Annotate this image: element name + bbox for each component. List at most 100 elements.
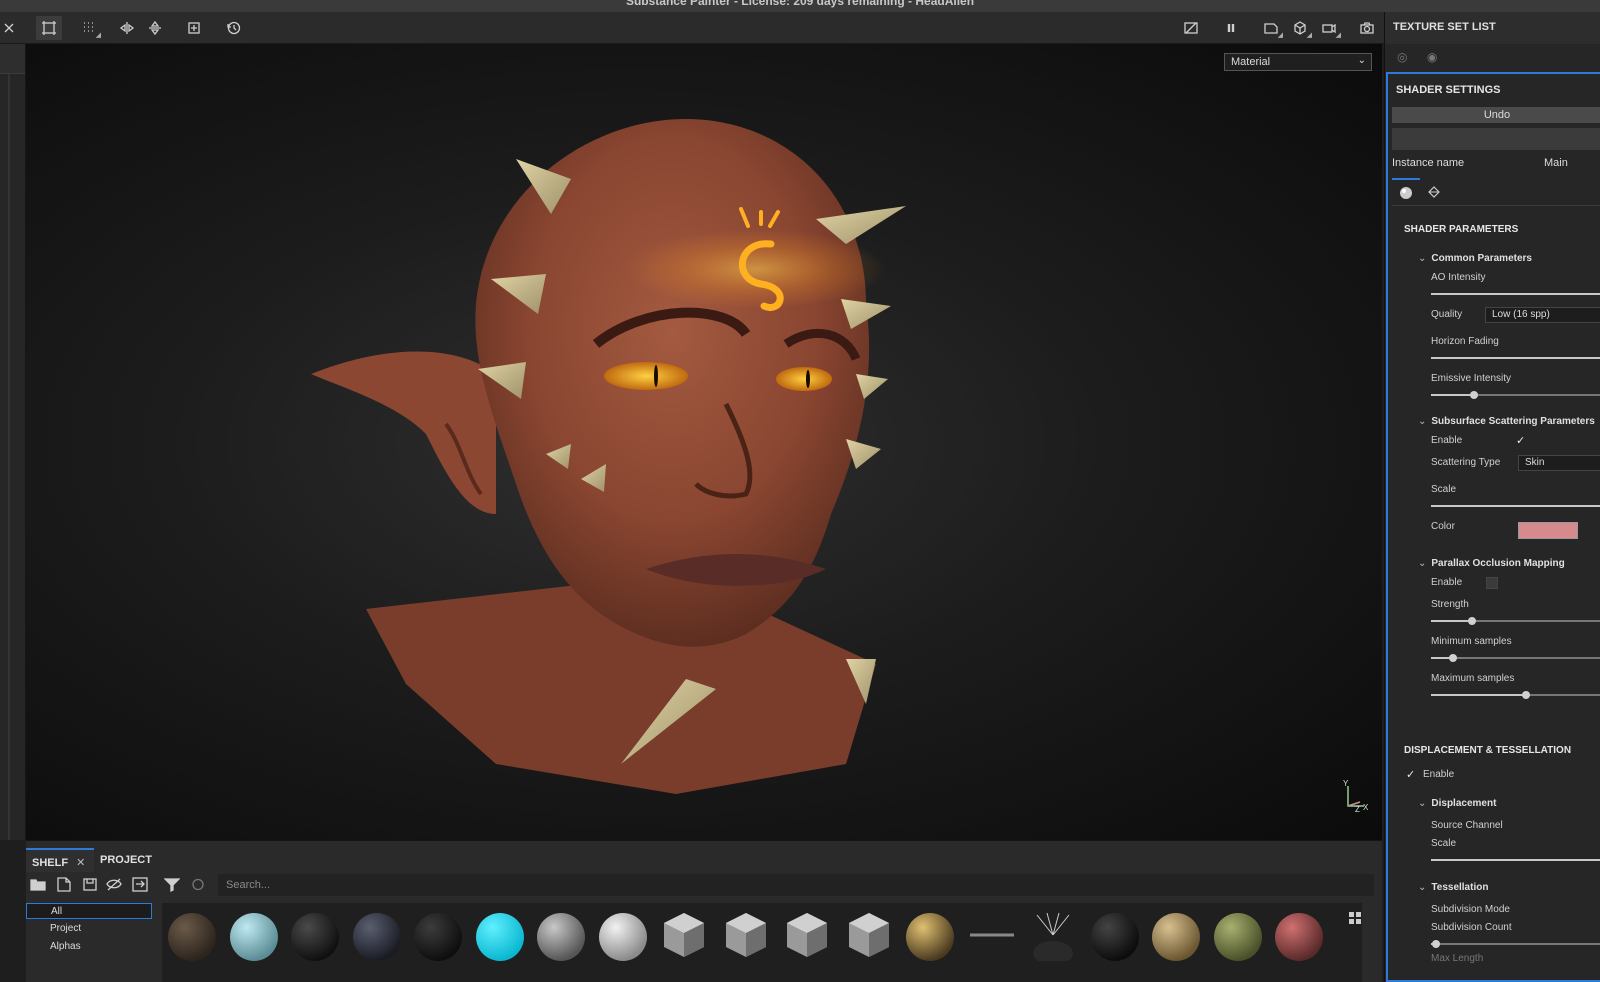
category-project[interactable]: Project bbox=[26, 921, 152, 937]
selection-mode-icon[interactable] bbox=[36, 16, 62, 40]
displacement-group-title: Displacement bbox=[1431, 798, 1497, 809]
left-dock-tab[interactable] bbox=[0, 44, 25, 74]
shelf-thumb-material-ball-tan[interactable] bbox=[1150, 909, 1202, 961]
tessellation-group-title: Tessellation bbox=[1431, 882, 1489, 893]
shelf-thumb-material-ball-dark-metal[interactable] bbox=[351, 909, 403, 961]
close-icon[interactable]: ✕ bbox=[76, 857, 85, 869]
tessellation-group[interactable]: ⌄ Tessellation bbox=[1418, 882, 1488, 893]
view-2d-icon[interactable]: ◢ bbox=[1258, 16, 1284, 40]
pom-strength-slider[interactable] bbox=[1431, 617, 1600, 625]
slider-knob[interactable] bbox=[1521, 691, 1530, 699]
category-alphas[interactable]: Alphas bbox=[26, 939, 152, 955]
tab-shader-material[interactable] bbox=[1392, 178, 1420, 206]
shelf-category-list: All Project Alphas bbox=[26, 903, 154, 982]
shelf-thumb-line-brush[interactable] bbox=[966, 909, 1018, 961]
shader-parameters-title: SHADER PARAMETERS bbox=[1404, 224, 1519, 235]
reset-filter-icon[interactable] bbox=[190, 877, 208, 893]
alien-head-model[interactable] bbox=[26, 44, 1382, 840]
slider-knob[interactable] bbox=[1468, 617, 1477, 625]
add-layer-icon[interactable] bbox=[181, 16, 207, 40]
shelf-thumb-material-ball-cyan[interactable] bbox=[474, 909, 526, 961]
left-dock-divider bbox=[8, 74, 10, 840]
history-icon[interactable] bbox=[221, 16, 247, 40]
hide-icon[interactable] bbox=[106, 877, 124, 893]
texture-set-list-title: TEXTURE SET LIST bbox=[1385, 12, 1600, 44]
filter-icon[interactable] bbox=[163, 877, 182, 893]
eye-hidden-icon[interactable]: ◎ bbox=[1397, 50, 1407, 64]
view-3d-icon[interactable]: ◢ bbox=[1287, 16, 1313, 40]
eye-icon[interactable]: ◉ bbox=[1427, 50, 1437, 64]
common-parameters-group[interactable]: ⌄ Common Parameters bbox=[1418, 253, 1532, 264]
axis-y-label: Y bbox=[1343, 780, 1349, 788]
quality-select[interactable]: Low (16 spp) bbox=[1485, 307, 1600, 323]
shelf-thumb-noise-cube-4[interactable] bbox=[843, 909, 895, 961]
shelf-thumb-material-ball-white[interactable] bbox=[597, 909, 649, 961]
material-mode-value: Material bbox=[1231, 56, 1271, 68]
sss-color-swatch[interactable] bbox=[1518, 522, 1578, 539]
pom-max-samples-label: Maximum samples bbox=[1431, 673, 1515, 684]
displacement-icon bbox=[1428, 186, 1440, 198]
undo-button[interactable]: Undo bbox=[1392, 107, 1600, 123]
tab-project[interactable]: PROJECT bbox=[94, 848, 158, 872]
save-preset-icon[interactable] bbox=[82, 877, 100, 893]
shelf-thumb-material-ball-ice[interactable] bbox=[228, 909, 280, 961]
close-icon[interactable] bbox=[0, 16, 18, 40]
shelf-thumb-material-ball-black-pattern[interactable] bbox=[289, 909, 341, 961]
displacement-group[interactable]: ⌄ Displacement bbox=[1418, 798, 1496, 809]
slider-knob[interactable] bbox=[1432, 940, 1441, 948]
hide-overlay-icon[interactable] bbox=[1178, 16, 1204, 40]
scattering-type-label: Scattering Type bbox=[1431, 457, 1501, 468]
material-mode-select[interactable]: Material ⌄ bbox=[1224, 53, 1372, 71]
emissive-intensity-slider[interactable] bbox=[1431, 391, 1600, 399]
tab-shader-displacement[interactable] bbox=[1420, 178, 1448, 206]
source-channel-label: Source Channel bbox=[1431, 820, 1503, 831]
sss-enable-checkbox[interactable]: ✓ bbox=[1516, 434, 1525, 447]
shelf-thumb-light-rig[interactable] bbox=[1027, 909, 1079, 961]
subdivision-count-label: Subdivision Count bbox=[1431, 922, 1512, 933]
camera-video-icon[interactable]: ◢ bbox=[1316, 16, 1342, 40]
horizon-fading-slider[interactable] bbox=[1431, 357, 1600, 359]
shelf-panel: SHELF ✕ PROJECT All Project Alphas bbox=[26, 840, 1382, 982]
displacement-title: DISPLACEMENT & TESSELLATION bbox=[1404, 745, 1572, 756]
shader-preset-field[interactable] bbox=[1392, 128, 1600, 150]
symmetry-x-icon[interactable] bbox=[114, 16, 140, 40]
shelf-search-input[interactable] bbox=[218, 874, 1374, 896]
grid-view-icon[interactable] bbox=[1348, 911, 1362, 925]
shelf-thumb-material-ball-pink[interactable] bbox=[1273, 909, 1325, 961]
symmetry-y-icon[interactable] bbox=[142, 16, 168, 40]
pom-group[interactable]: ⌄ Parallax Occlusion Mapping bbox=[1418, 558, 1565, 569]
tab-shelf[interactable]: SHELF ✕ bbox=[26, 848, 94, 872]
slider-knob[interactable] bbox=[1449, 654, 1458, 662]
3d-viewport[interactable]: Material ⌄ Y Z X bbox=[26, 44, 1382, 840]
pause-icon[interactable] bbox=[1218, 16, 1244, 40]
sss-scale-slider[interactable] bbox=[1431, 505, 1600, 507]
shelf-thumb-noise-cube-1[interactable] bbox=[658, 909, 710, 961]
shelf-thumb-material-ball-rubber[interactable] bbox=[1089, 909, 1141, 961]
category-all[interactable]: All bbox=[26, 903, 152, 919]
pom-enable-checkbox[interactable] bbox=[1486, 577, 1498, 589]
shelf-thumb-noise-cube-2[interactable] bbox=[720, 909, 772, 961]
ao-intensity-slider[interactable] bbox=[1431, 293, 1600, 295]
shelf-thumb-fx-ball[interactable] bbox=[904, 909, 956, 961]
displacement-enable-checkbox[interactable]: ✓ bbox=[1406, 768, 1415, 781]
pom-max-samples-slider[interactable] bbox=[1431, 691, 1600, 699]
subdivision-count-slider[interactable] bbox=[1431, 940, 1600, 948]
shelf-thumb-material-ball-black[interactable] bbox=[412, 909, 464, 961]
displacement-scale-slider[interactable] bbox=[1431, 859, 1600, 861]
sss-parameters-group[interactable]: ⌄ Subsurface Scattering Parameters bbox=[1418, 416, 1595, 427]
subdivision-mode-label: Subdivision Mode bbox=[1431, 904, 1510, 915]
axis-gizmo-icon: Y Z X bbox=[1343, 780, 1369, 814]
shelf-thumb-material-ball-olive[interactable] bbox=[1212, 909, 1264, 961]
new-file-icon[interactable] bbox=[56, 877, 74, 893]
pom-min-samples-slider[interactable] bbox=[1431, 654, 1600, 662]
shelf-thumb-material-ball-grey[interactable] bbox=[535, 909, 587, 961]
shelf-thumb-noise-cube-3[interactable] bbox=[781, 909, 833, 961]
folder-icon[interactable] bbox=[30, 877, 48, 893]
grid-icon[interactable]: ◢ bbox=[76, 16, 102, 40]
screenshot-camera-icon[interactable] bbox=[1354, 16, 1380, 40]
shelf-thumb-material-ball-leather[interactable] bbox=[166, 909, 218, 961]
instance-name-value[interactable]: Main bbox=[1544, 157, 1568, 169]
slider-knob[interactable] bbox=[1470, 391, 1478, 399]
import-icon[interactable] bbox=[132, 877, 150, 893]
scattering-type-select[interactable]: Skin bbox=[1518, 455, 1600, 471]
